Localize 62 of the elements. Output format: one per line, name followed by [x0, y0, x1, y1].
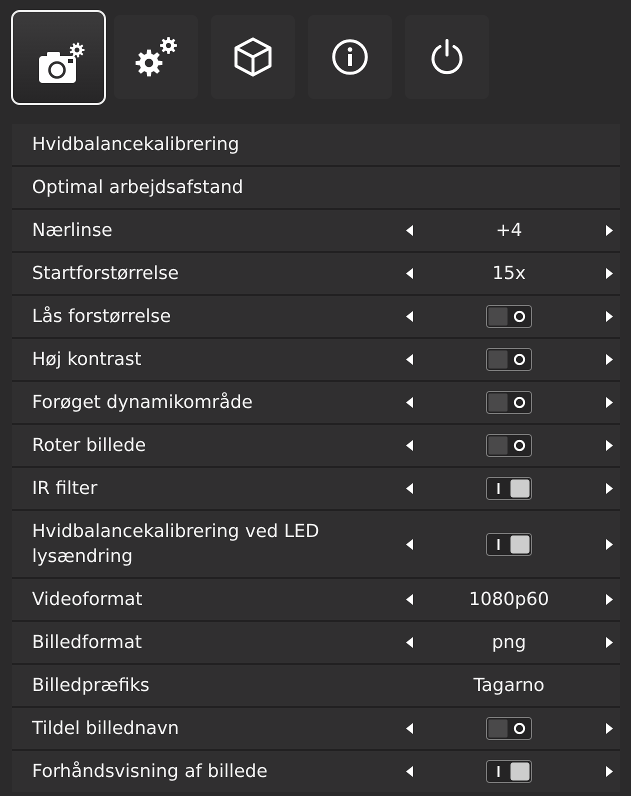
- caret-left-icon[interactable]: [406, 637, 412, 648]
- caret-left-icon[interactable]: [406, 483, 412, 494]
- caret-right-icon[interactable]: [606, 723, 612, 734]
- caret-right-icon[interactable]: [606, 766, 612, 777]
- caret-left-icon[interactable]: [406, 397, 412, 408]
- caret-left-icon[interactable]: [406, 723, 412, 734]
- setting-value: +4: [496, 219, 522, 243]
- menu-item[interactable]: Optimal arbejdsafstand: [12, 167, 620, 208]
- camera-settings-tab[interactable]: [11, 10, 106, 104]
- caret-right-icon[interactable]: [606, 397, 612, 408]
- toggle-switch[interactable]: [486, 391, 532, 414]
- setting-label: Billedformat: [32, 631, 143, 655]
- setting-value: Tagarno: [473, 674, 544, 698]
- caret-right-icon[interactable]: [606, 538, 612, 550]
- toggle-switch[interactable]: [486, 717, 532, 740]
- caret-left-icon[interactable]: [406, 766, 412, 777]
- setting-label: Tildel billednavn: [32, 717, 180, 741]
- settings-tab[interactable]: [114, 15, 198, 99]
- menu-item[interactable]: Hvidbalancekalibrering: [12, 124, 620, 165]
- power-tab[interactable]: [404, 15, 488, 99]
- info-icon: [332, 39, 368, 75]
- setting-label: Forhåndsvisning af billede: [32, 760, 269, 784]
- toggle-switch[interactable]: [486, 760, 532, 783]
- cube-icon: [232, 37, 272, 77]
- setting-label: Startforstørrelse: [32, 262, 180, 286]
- setting-label: Lås forstørrelse: [32, 305, 172, 329]
- caret-right-icon[interactable]: [606, 440, 612, 451]
- setting-label: Forøget dynamikområde: [32, 391, 254, 415]
- setting-label: Videoformat: [32, 588, 144, 612]
- setting-label: Hvidbalancekalibrering ved LED lysændring: [32, 520, 320, 569]
- caret-right-icon[interactable]: [606, 354, 612, 365]
- toggle-switch[interactable]: [486, 348, 532, 371]
- caret-left-icon[interactable]: [406, 225, 412, 236]
- setting-label: Billedpræfiks: [32, 674, 150, 698]
- toggle-switch[interactable]: [486, 477, 532, 500]
- setting-label: Høj kontrast: [32, 348, 142, 372]
- caret-left-icon[interactable]: [406, 538, 412, 550]
- toggle-switch[interactable]: [486, 434, 532, 457]
- caret-left-icon[interactable]: [406, 311, 412, 322]
- caret-right-icon[interactable]: [606, 637, 612, 648]
- caret-right-icon[interactable]: [606, 225, 612, 236]
- info-tab[interactable]: [308, 15, 392, 99]
- setting-value: 1080p60: [468, 588, 550, 612]
- setting-value: png: [492, 631, 526, 655]
- power-icon: [430, 39, 464, 75]
- caret-right-icon[interactable]: [606, 268, 612, 279]
- toggle-switch[interactable]: [486, 532, 532, 556]
- caret-right-icon[interactable]: [606, 594, 612, 605]
- gears-icon: [134, 37, 176, 77]
- caret-left-icon[interactable]: [406, 440, 412, 451]
- camera-gear-icon: [38, 42, 84, 82]
- toggle-switch[interactable]: [486, 305, 532, 328]
- setting-label: Roter billede: [32, 434, 147, 458]
- setting-label: Nærlinse: [32, 219, 114, 243]
- caret-right-icon[interactable]: [606, 483, 612, 494]
- caret-left-icon[interactable]: [406, 268, 412, 279]
- caret-right-icon[interactable]: [606, 311, 612, 322]
- caret-left-icon[interactable]: [406, 354, 412, 365]
- caret-left-icon[interactable]: [406, 594, 412, 605]
- setting-label: IR filter: [32, 477, 98, 501]
- cube-tab[interactable]: [210, 15, 294, 99]
- setting-value: 15x: [492, 262, 526, 286]
